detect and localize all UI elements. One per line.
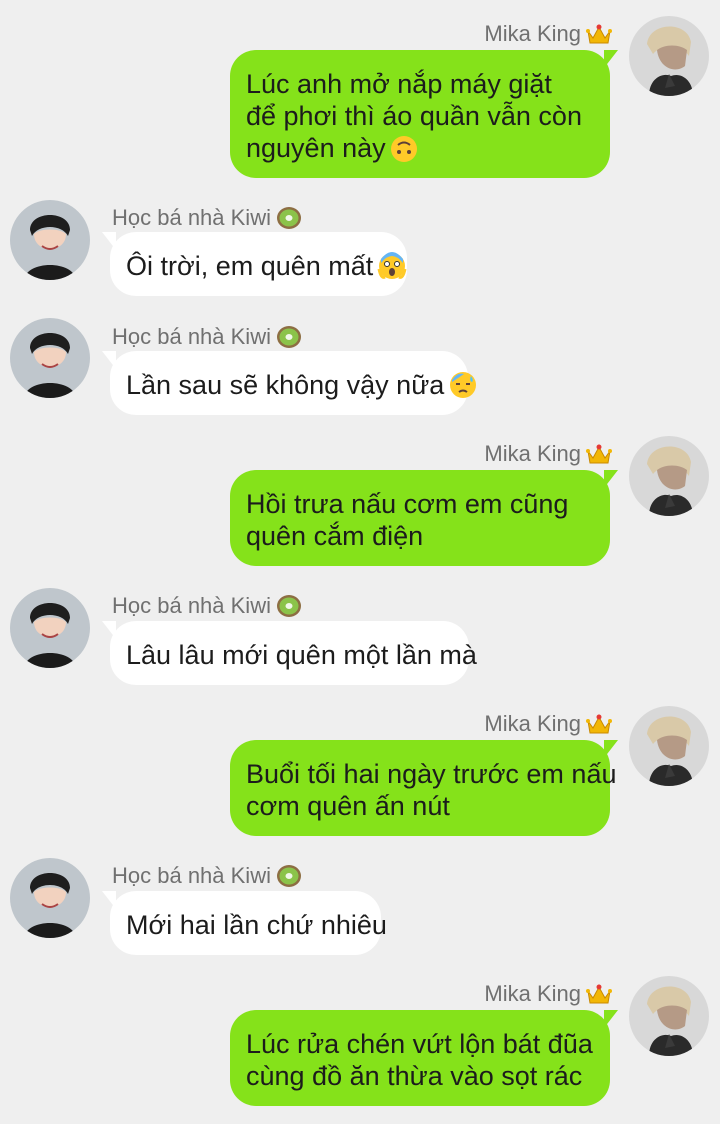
sender-name: Học bá nhà Kiwi xyxy=(112,863,302,889)
message-text-line: Hồi trưa nấu cơm em cũng xyxy=(246,489,569,519)
message-text-line: Lần sau sẽ không vậy nữa xyxy=(126,369,477,401)
message-bubble[interactable]: Ôi trời, em quên mất xyxy=(102,232,407,296)
message-bubble[interactable]: Lúc rửa chén vứt lộn bát đũa cùng đồ ăn … xyxy=(230,1010,618,1106)
message-bubble[interactable]: Lúc anh mở nắp máy giặt để phơi thì áo q… xyxy=(230,50,618,178)
sender-name-text: Mika King xyxy=(484,21,581,46)
message-text-line: Lúc anh mở nắp máy giặt xyxy=(246,69,552,99)
avatar-mika-king[interactable] xyxy=(629,976,709,1056)
sender-name: Mika King xyxy=(484,981,612,1007)
crown-icon xyxy=(586,984,612,1004)
avatar-hoc-ba-nha-kiwi[interactable] xyxy=(10,200,90,280)
crown-icon xyxy=(586,714,612,734)
sender-name-text: Học bá nhà Kiwi xyxy=(112,205,271,230)
sender-name: Học bá nhà Kiwi xyxy=(112,205,302,231)
sender-name-text: Mika King xyxy=(484,981,581,1006)
message-text-line: cùng đồ ăn thừa vào sọt rác xyxy=(246,1061,583,1091)
sender-name: Học bá nhà Kiwi xyxy=(112,593,302,619)
sender-name: Mika King xyxy=(484,21,612,47)
message-text-line: Mới hai lần chứ nhiêu xyxy=(126,910,387,940)
sender-name-text: Học bá nhà Kiwi xyxy=(112,593,271,618)
sender-name: Học bá nhà Kiwi xyxy=(112,324,302,350)
avatar-hoc-ba-nha-kiwi[interactable] xyxy=(10,318,90,398)
message-bubble[interactable]: Buổi tối hai ngày trước em nấu cơm quên … xyxy=(230,740,618,836)
avatar-mika-king[interactable] xyxy=(629,436,709,516)
message-bubble[interactable]: Lần sau sẽ không vậy nữa xyxy=(102,351,477,415)
avatar-hoc-ba-nha-kiwi[interactable] xyxy=(10,588,90,668)
crown-icon xyxy=(586,24,612,44)
sender-name: Mika King xyxy=(484,441,612,467)
chat-thread: Mika King Lúc anh mở nắp máy giặt để phơ… xyxy=(0,0,720,1124)
message-text-line: nguyên này xyxy=(246,132,594,164)
upside-down-face-emoji xyxy=(390,136,417,162)
kiwi-icon xyxy=(276,595,301,617)
message-text-line: Ôi trời, em quên mất xyxy=(126,250,407,282)
sender-name-text: Học bá nhà Kiwi xyxy=(112,324,271,349)
message-bubble[interactable]: Lâu lâu mới quên một lần mà xyxy=(102,621,477,685)
downcast-sweat-face-emoji xyxy=(450,372,477,398)
message-text-line: cơm quên ấn nút xyxy=(246,791,450,821)
message-text-line: Lúc rửa chén vứt lộn bát đũa xyxy=(246,1029,593,1059)
sender-name-text: Mika King xyxy=(484,711,581,736)
message-text-line: quên cắm điện xyxy=(246,521,424,551)
kiwi-icon xyxy=(276,865,301,887)
message-text-line: Buổi tối hai ngày trước em nấu xyxy=(246,759,617,789)
avatar-mika-king[interactable] xyxy=(629,706,709,786)
avatar-mika-king[interactable] xyxy=(629,16,709,96)
message-text-line: để phơi thì áo quần vẫn còn xyxy=(246,101,582,131)
sender-name-text: Mika King xyxy=(484,441,581,466)
sender-name-text: Học bá nhà Kiwi xyxy=(112,863,271,888)
screaming-face-emoji xyxy=(377,252,407,279)
kiwi-icon xyxy=(276,326,301,348)
crown-icon xyxy=(586,444,612,464)
message-bubble[interactable]: Hồi trưa nấu cơm em cũng quên cắm điện xyxy=(230,470,618,566)
avatar-hoc-ba-nha-kiwi[interactable] xyxy=(10,858,90,938)
sender-name: Mika King xyxy=(484,711,612,737)
message-bubble[interactable]: Mới hai lần chứ nhiêu xyxy=(102,891,387,955)
message-text-line: Lâu lâu mới quên một lần mà xyxy=(126,640,477,670)
kiwi-icon xyxy=(276,207,301,229)
